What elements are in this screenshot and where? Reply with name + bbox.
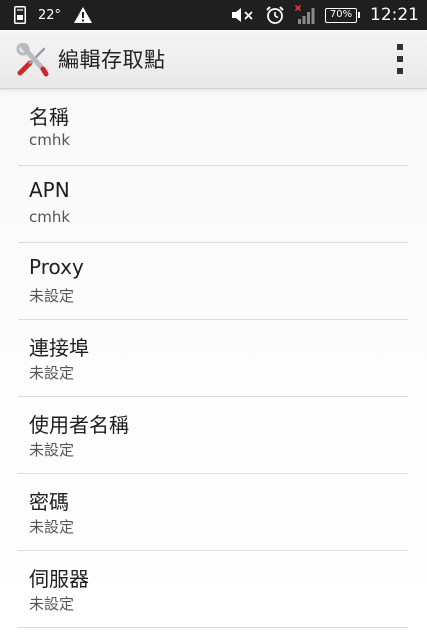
pref-summary: 未設定	[29, 595, 75, 613]
clock-time: 12:21	[370, 5, 419, 25]
pref-item-port[interactable]: 連接埠 未設定	[18, 320, 408, 397]
battery-level: 70%	[325, 7, 357, 23]
pref-item-name[interactable]: 名稱 cmhk	[18, 89, 408, 166]
overflow-menu-icon-dot	[397, 44, 403, 50]
pref-item-server[interactable]: 伺服器 未設定	[18, 551, 408, 628]
status-bar: 22° 70% 12:21	[0, 0, 427, 30]
status-bar-right: 70% 12:21	[221, 4, 419, 26]
temperature-text: 22°	[38, 7, 62, 23]
pref-title: 名稱	[29, 105, 69, 129]
pref-summary: 未設定	[29, 441, 75, 459]
warning-icon	[73, 6, 93, 24]
pref-summary: 未設定	[29, 287, 75, 305]
pref-item-proxy[interactable]: Proxy 未設定	[18, 243, 408, 320]
page-title: 編輯存取點	[58, 48, 166, 72]
no-signal-icon	[295, 5, 315, 25]
pref-summary: cmhk	[29, 131, 71, 149]
pref-title: 密碼	[29, 490, 69, 514]
pref-summary: cmhk	[29, 208, 71, 226]
overflow-menu-icon-dot	[397, 68, 403, 74]
pref-summary: 未設定	[29, 518, 75, 536]
tools-icon	[16, 42, 50, 77]
pref-title: APN	[29, 178, 70, 202]
pref-title: 伺服器	[29, 567, 89, 591]
alarm-clock-icon	[265, 5, 285, 25]
pref-title: 連接埠	[29, 336, 89, 360]
apn-settings-list: 名稱 cmhk APN cmhk Proxy 未設定 連接埠 未設定 使用者名稱…	[0, 89, 427, 628]
mute-icon	[231, 6, 255, 24]
battery-tip	[358, 12, 360, 18]
overflow-menu-icon-dot	[397, 56, 403, 62]
pref-item-password[interactable]: 密碼 未設定	[18, 474, 408, 551]
pref-item-username[interactable]: 使用者名稱 未設定	[18, 397, 408, 474]
overflow-menu-button[interactable]	[393, 44, 407, 74]
action-bar: 編輯存取點	[0, 30, 427, 89]
status-bar-left: 22°	[14, 5, 93, 25]
pref-title: Proxy	[29, 255, 84, 279]
pref-title: 使用者名稱	[29, 413, 129, 437]
pref-item-apn[interactable]: APN cmhk	[18, 166, 408, 243]
pref-summary: 未設定	[29, 364, 75, 382]
sim-card-icon	[14, 6, 26, 24]
battery-icon: 70%	[325, 7, 360, 23]
